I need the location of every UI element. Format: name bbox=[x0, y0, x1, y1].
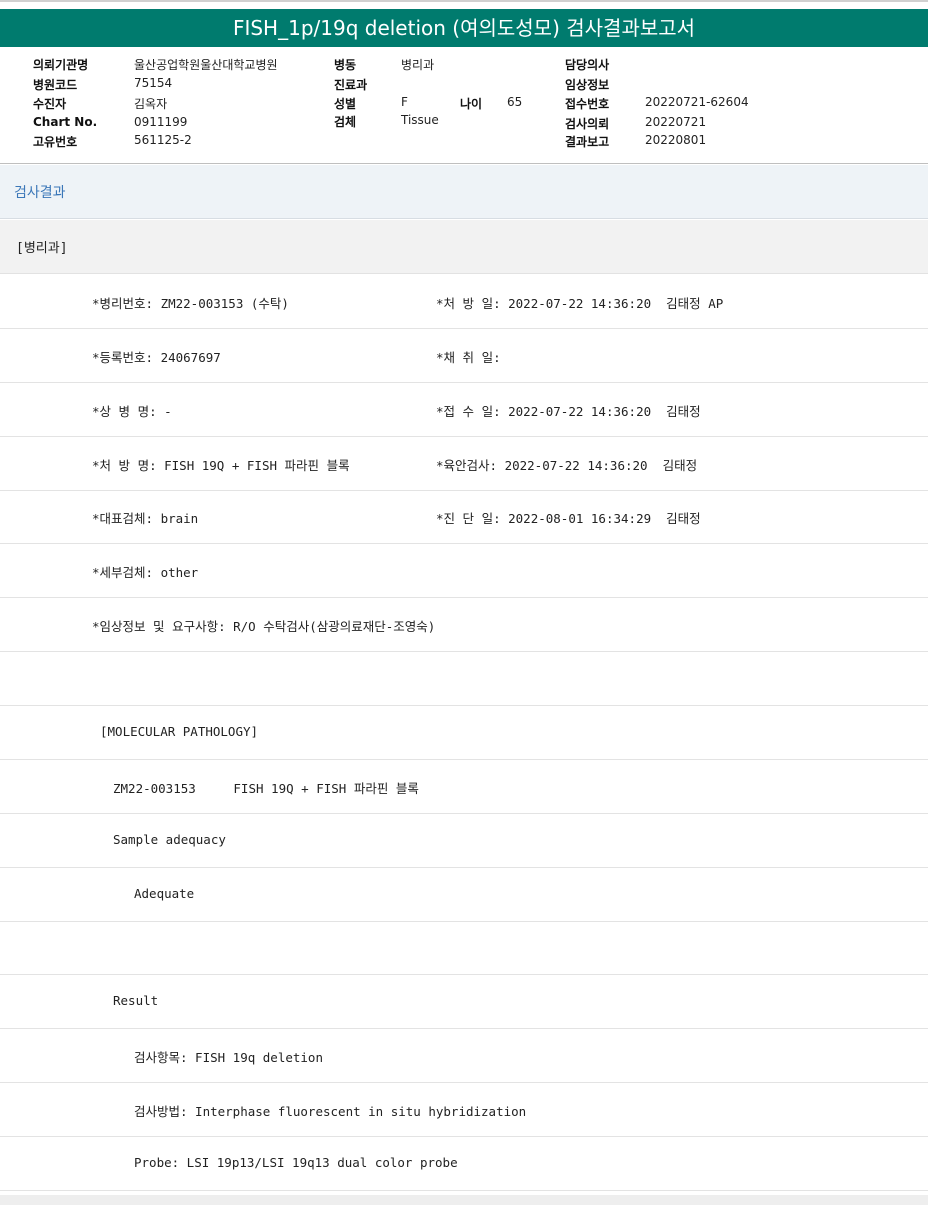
field-right: *처 방 일: 2022-07-22 14:36:20 김태정 AP bbox=[436, 296, 724, 311]
report-line: 검사항목: FISH 19q deletion bbox=[0, 1029, 928, 1083]
doctor-label: 담당의사 bbox=[565, 58, 610, 72]
report-line: Result bbox=[0, 975, 928, 1029]
specimen-label: 검체 bbox=[334, 115, 357, 129]
request-label: 검사의뢰 bbox=[565, 117, 610, 131]
report-text: 검사방법: Interphase fluorescent in situ hyb… bbox=[134, 1104, 527, 1119]
sub-title: [병리과] bbox=[16, 241, 68, 256]
report-line bbox=[0, 921, 928, 975]
report-line: Probe: LSI 19p13/LSI 19q13 dual color pr… bbox=[0, 1137, 928, 1191]
report-line: ZM22-003153 FISH 19Q + FISH 파라핀 블록 bbox=[0, 760, 928, 814]
field-right: *육안검사: 2022-07-22 14:36:20 김태정 bbox=[436, 458, 698, 473]
patient-label: 수진자 bbox=[33, 97, 67, 111]
report-text: Probe: LSI 19p13/LSI 19q13 dual color pr… bbox=[134, 1155, 458, 1170]
section-header: 검사결과 bbox=[0, 165, 928, 219]
field-row: *세부검체: other bbox=[0, 544, 928, 598]
report-line: 검사방법: Interphase fluorescent in situ hyb… bbox=[0, 1083, 928, 1137]
report-line: [MOLECULAR PATHOLOGY] bbox=[0, 706, 928, 760]
top-border bbox=[0, 0, 928, 8]
sub-header: [병리과] bbox=[0, 220, 928, 274]
field-left: *처 방 명: FISH 19Q + FISH 파라핀 블록 bbox=[92, 458, 350, 473]
field-row: *등록번호: 24067697 *채 취 일: bbox=[0, 329, 928, 383]
sex-label: 성별 bbox=[334, 97, 357, 111]
report-text: ZM22-003153 FISH 19Q + FISH 파라핀 블록 bbox=[113, 781, 419, 796]
institution-value: 울산공업학원울산대학교병원 bbox=[134, 58, 278, 72]
field-left: *대표검체: brain bbox=[92, 511, 199, 526]
ward-value: 병리과 bbox=[401, 58, 435, 72]
field-left: *병리번호: ZM22-003153 (수탁) bbox=[92, 296, 289, 311]
field-left: *상 병 명: - bbox=[92, 404, 172, 419]
field-row: *처 방 명: FISH 19Q + FISH 파라핀 블록 *육안검사: 20… bbox=[0, 437, 928, 491]
dept-label: 진료과 bbox=[334, 78, 368, 92]
request-value: 20220721 bbox=[645, 115, 707, 129]
field-right: *진 단 일: 2022-08-01 16:34:29 김태정 bbox=[436, 511, 701, 526]
report-line: Adequate bbox=[0, 868, 928, 922]
report-title: FISH_1p/19q deletion (여의도성모) 검사결과보고서 bbox=[0, 9, 928, 47]
ward-label: 병동 bbox=[334, 58, 357, 72]
field-right: *채 취 일: bbox=[436, 350, 501, 365]
field-row: *병리번호: ZM22-003153 (수탁) *처 방 일: 2022-07-… bbox=[0, 275, 928, 329]
institution-label: 의뢰기관명 bbox=[33, 58, 89, 72]
report-value: 20220801 bbox=[645, 133, 707, 147]
age-value: 65 bbox=[507, 95, 523, 109]
sex-value: F bbox=[401, 95, 408, 109]
field-row: *임상정보 및 요구사항: R/O 수탁검사(삼광의료재단-조영숙) bbox=[0, 598, 928, 652]
hospital-code-value: 75154 bbox=[134, 76, 173, 90]
report-label: 결과보고 bbox=[565, 135, 610, 149]
field-right: *접 수 일: 2022-07-22 14:36:20 김태정 bbox=[436, 404, 701, 419]
age-label: 나이 bbox=[460, 97, 483, 111]
field-row: *대표검체: brain *진 단 일: 2022-08-01 16:34:29… bbox=[0, 490, 928, 544]
report-text: Sample adequacy bbox=[113, 832, 226, 847]
report-line bbox=[0, 652, 928, 706]
field-left: *세부검체: other bbox=[92, 565, 199, 580]
receipt-label: 접수번호 bbox=[565, 97, 610, 111]
chart-no-label: Chart No. bbox=[33, 115, 98, 129]
report-text: Adequate bbox=[134, 886, 195, 901]
bottom-border bbox=[0, 1195, 928, 1205]
divider bbox=[0, 163, 928, 164]
chart-no-value: 0911199 bbox=[134, 115, 188, 129]
field-row: *상 병 명: - *접 수 일: 2022-07-22 14:36:20 김태… bbox=[0, 383, 928, 437]
report-text: Result bbox=[113, 993, 159, 1008]
field-left: *등록번호: 24067697 bbox=[92, 350, 221, 365]
report-line: Sample adequacy bbox=[0, 814, 928, 868]
report-text: 검사항목: FISH 19q deletion bbox=[134, 1050, 323, 1065]
unique-no-value: 561125-2 bbox=[134, 133, 192, 147]
unique-no-label: 고유번호 bbox=[33, 135, 78, 149]
report-text: [MOLECULAR PATHOLOGY] bbox=[100, 724, 259, 739]
field-left: *임상정보 및 요구사항: R/O 수탁검사(삼광의료재단-조영숙) bbox=[92, 619, 436, 634]
section-title: 검사결과 bbox=[14, 185, 66, 201]
patient-info-panel: 의뢰기관명 울산공업학원울산대학교병원 병원코드 75154 수진자 김옥자 C… bbox=[0, 50, 928, 152]
clinical-label: 임상정보 bbox=[565, 78, 610, 92]
patient-value: 김옥자 bbox=[134, 97, 168, 111]
specimen-value: Tissue bbox=[401, 113, 439, 127]
receipt-value: 20220721-62604 bbox=[645, 95, 749, 109]
hospital-code-label: 병원코드 bbox=[33, 78, 78, 92]
